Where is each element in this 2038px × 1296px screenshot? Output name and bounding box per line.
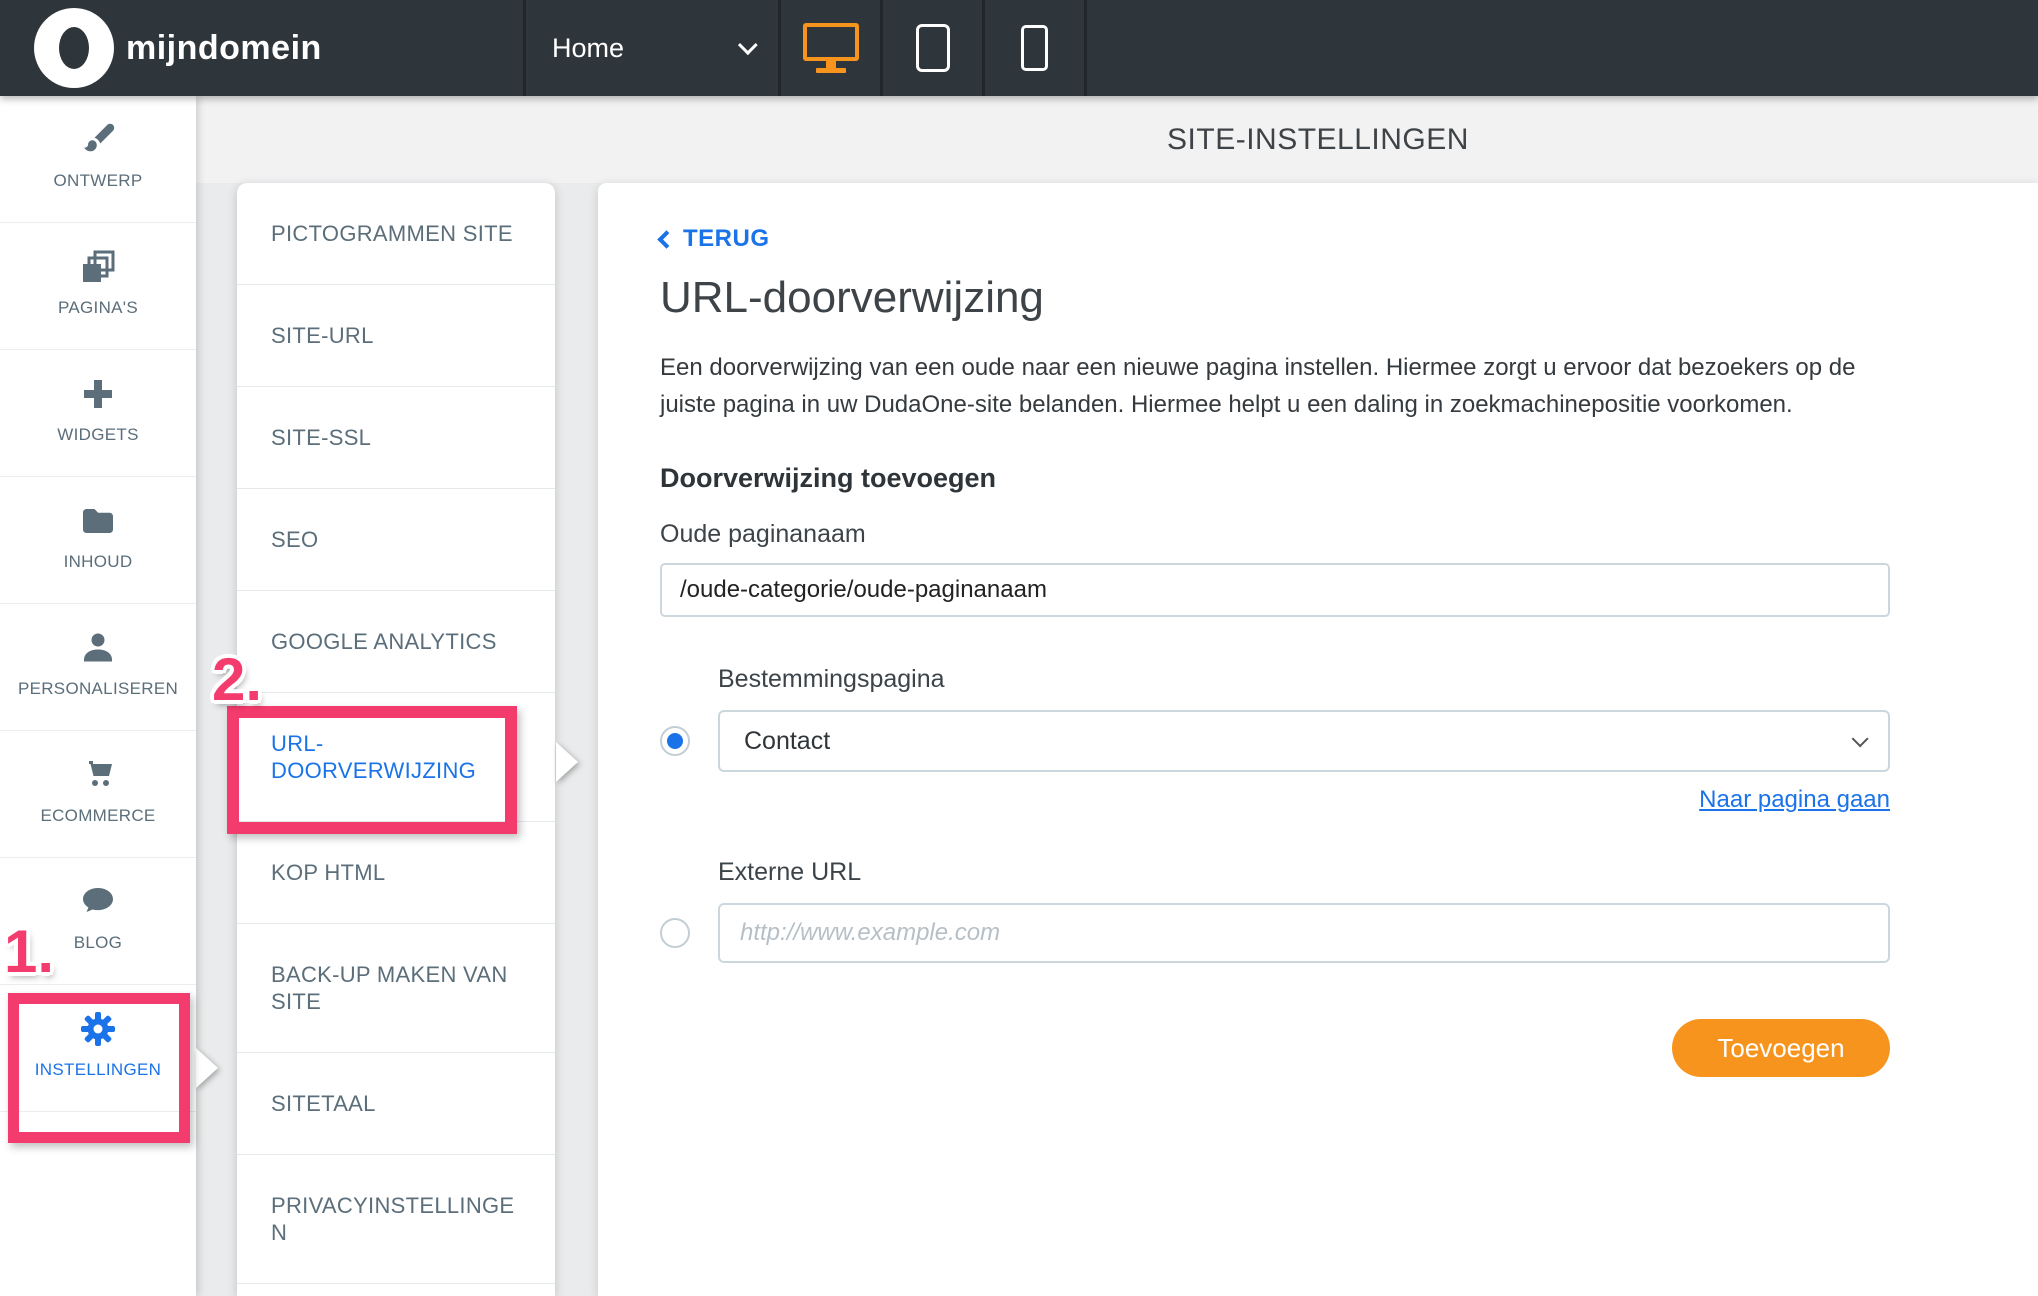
menu-item-url-doorverwijzing[interactable]: URL-DOORVERWIJZING [237, 693, 555, 822]
sidebar-item-ontwerp[interactable]: ONTWERP [0, 96, 196, 223]
brush-icon [80, 122, 116, 158]
gear-icon [80, 1011, 116, 1047]
page-header-title: SITE-INSTELLINGEN [598, 96, 2038, 183]
toevoegen-button[interactable]: Toevoegen [1672, 1019, 1890, 1077]
destination-label: Bestemmingspagina [718, 665, 1890, 694]
settings-menu: PICTOGRAMMEN SITE SITE-URL SITE-SSL SEO … [237, 183, 555, 1296]
sidebar-item-label: INHOUD [64, 552, 133, 572]
phone-preview-button[interactable] [985, 0, 1087, 96]
destination-select-value: Contact [744, 727, 830, 756]
topbar: mijndomein Home [0, 0, 2038, 96]
sidebar: ONTWERP PAGINA'S WIDGETS INHOUD PERSONAL… [0, 96, 196, 1296]
person-icon [80, 630, 116, 666]
chat-icon [80, 884, 116, 920]
sidebar-item-label: BLOG [74, 933, 122, 953]
menu-item-site-ssl[interactable]: SITE-SSL [237, 387, 555, 489]
sidebar-item-paginas[interactable]: PAGINA'S [0, 223, 196, 350]
sidebar-item-label: PAGINA'S [58, 298, 138, 318]
destination-select[interactable]: Contact [718, 710, 1890, 772]
old-page-input[interactable] [660, 563, 1890, 617]
main-content: TERUG URL-doorverwijzing Een doorverwijz… [598, 183, 2038, 1296]
cart-icon [80, 757, 116, 793]
description-text: Een doorverwijzing van een oude naar een… [660, 349, 1860, 423]
phone-icon [1021, 25, 1048, 71]
tablet-preview-button[interactable] [883, 0, 985, 96]
sidebar-item-label: INSTELLINGEN [35, 1060, 161, 1080]
menu-item-sitetaal[interactable]: SITETAAL [237, 1053, 555, 1155]
sidebar-item-ecommerce[interactable]: ECOMMERCE [0, 731, 196, 858]
section-heading: Doorverwijzing toevoegen [660, 463, 1890, 494]
header-band: SITE-INSTELLINGEN [196, 96, 2038, 183]
tablet-icon [916, 24, 950, 72]
menu-item-site-url[interactable]: SITE-URL [237, 285, 555, 387]
old-page-label: Oude paginanaam [660, 520, 1890, 549]
sidebar-item-instellingen[interactable]: INSTELLINGEN [0, 985, 196, 1112]
sidebar-item-label: ECOMMERCE [40, 806, 155, 826]
chevron-left-icon [657, 230, 675, 248]
go-to-page-link[interactable]: Naar pagina gaan [1699, 786, 1890, 813]
destination-radio[interactable] [660, 726, 690, 756]
back-link-label: TERUG [683, 225, 770, 253]
menu-item-backup-maken-van-site[interactable]: BACK-UP MAKEN VAN SITE [237, 924, 555, 1053]
folder-icon [80, 503, 116, 539]
chevron-down-icon [1852, 730, 1869, 747]
page-title: URL-doorverwijzing [660, 273, 1890, 323]
plus-icon [80, 376, 116, 412]
menu-item-privacyinstellingen[interactable]: PRIVACYINSTELLINGEN [237, 1155, 555, 1284]
page-selector[interactable]: Home [523, 0, 781, 96]
sidebar-item-label: ONTWERP [54, 171, 143, 191]
pages-icon [80, 249, 116, 285]
back-link[interactable]: TERUG [660, 225, 770, 253]
external-url-input[interactable] [718, 903, 1890, 963]
page-selector-value: Home [552, 33, 624, 64]
sidebar-item-blog[interactable]: BLOG [0, 858, 196, 985]
brand-name: mijndomein [126, 0, 322, 96]
sidebar-item-label: WIDGETS [57, 425, 138, 445]
sidebar-item-widgets[interactable]: WIDGETS [0, 350, 196, 477]
sidebar-item-inhoud[interactable]: INHOUD [0, 477, 196, 604]
menu-item-google-analytics[interactable]: GOOGLE ANALYTICS [237, 591, 555, 693]
menu-item-seo[interactable]: SEO [237, 489, 555, 591]
sidebar-item-personaliseren[interactable]: PERSONALISEREN [0, 604, 196, 731]
external-url-label: Externe URL [718, 858, 1890, 887]
external-url-radio[interactable] [660, 918, 690, 948]
chevron-down-icon [738, 35, 758, 55]
mijndomein-logo-icon [34, 8, 114, 88]
menu-item-pictogrammen-site[interactable]: PICTOGRAMMEN SITE [237, 183, 555, 285]
sidebar-item-label: PERSONALISEREN [18, 679, 178, 699]
desktop-icon [803, 23, 859, 61]
desktop-preview-button[interactable] [781, 0, 883, 96]
menu-item-kop-html[interactable]: KOP HTML [237, 822, 555, 924]
